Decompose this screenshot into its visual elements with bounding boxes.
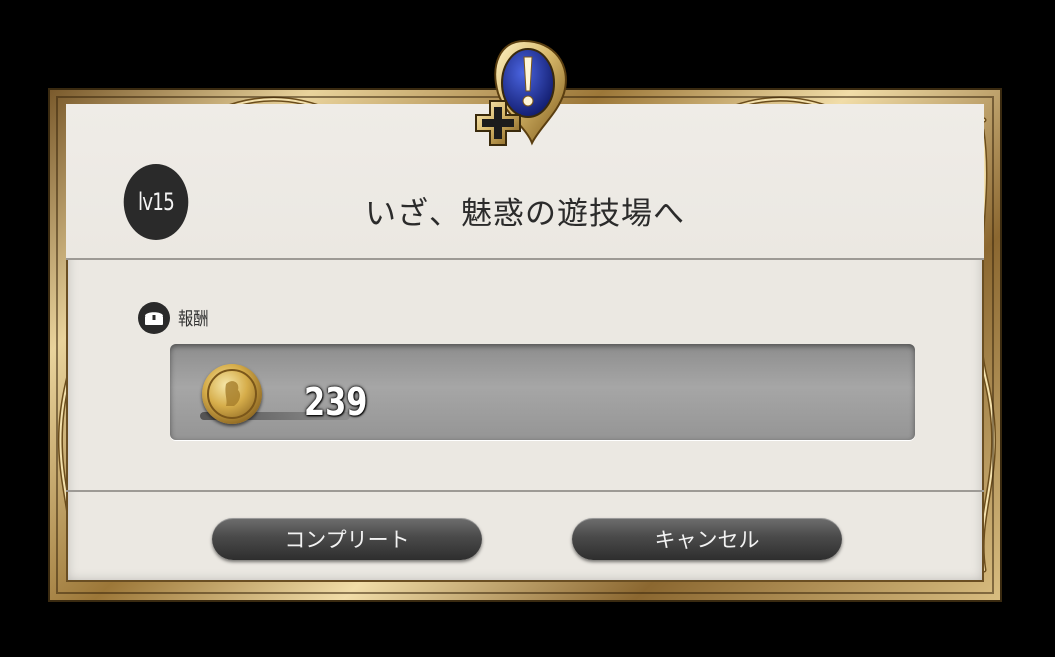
gold-coin-icon[interactable] [202,364,262,424]
reward-label-row: 報酬 [138,302,214,334]
dialog-panel: lv15 いざ、魅惑の遊技場へ 報酬 239 コンプリート キャンセル [66,104,984,582]
quest-title: いざ、魅惑の遊技場へ [365,196,685,232]
cancel-button[interactable]: キャンセル [572,518,842,560]
reward-box: 239 [170,344,915,440]
reward-count: 239 [304,380,368,424]
quest-plus-exclamation-icon [475,39,567,146]
treasure-chest-icon [138,302,170,334]
footer-divider [66,490,984,492]
complete-button[interactable]: コンプリート [212,518,482,560]
dialog-frame: lv15 いざ、魅惑の遊技場へ 報酬 239 コンプリート キャンセル [48,88,1002,602]
reward-label: 報酬 [178,309,209,330]
